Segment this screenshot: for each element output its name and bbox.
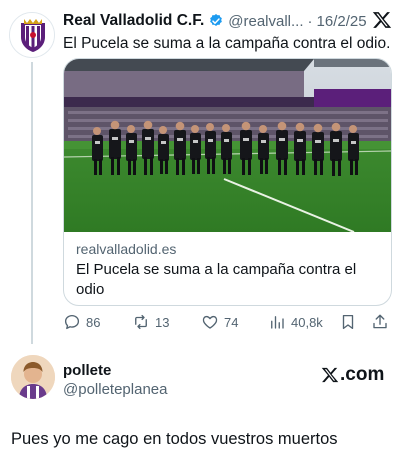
views-count: 40,8k bbox=[291, 314, 323, 330]
share-icon bbox=[373, 314, 387, 329]
xcom-text: .com bbox=[340, 364, 385, 385]
reply-button[interactable]: 86 bbox=[63, 311, 100, 333]
like-count: 74 bbox=[224, 314, 239, 330]
reply-count: 86 bbox=[86, 314, 101, 330]
quote-user[interactable]: pollete @polleteplanea .com bbox=[0, 350, 400, 410]
tweet-actions: 86 13 74 40,8k bbox=[63, 311, 393, 335]
link-card[interactable]: realvalladolid.es El Pucela se suma a la… bbox=[63, 58, 392, 306]
share-button[interactable] bbox=[371, 311, 394, 333]
card-title[interactable]: El Pucela se suma a la campaña contra el… bbox=[76, 260, 376, 300]
reply-text: Pues yo me cago en todos vuestros muerto… bbox=[11, 430, 338, 448]
author-name[interactable]: Real Valladolid C.F. bbox=[63, 12, 204, 30]
repost-count: 13 bbox=[155, 314, 170, 330]
tweet-date[interactable]: 16/2/25 bbox=[317, 13, 367, 30]
like-icon bbox=[202, 315, 218, 329]
repost-button[interactable]: 13 bbox=[132, 311, 169, 333]
tweet-header: Real Valladolid C.F. @realvall... · 16/2… bbox=[63, 10, 393, 32]
views-icon bbox=[271, 316, 284, 329]
repost-icon bbox=[135, 314, 147, 330]
reply-icon bbox=[64, 314, 80, 330]
verified-badge-icon bbox=[210, 14, 223, 26]
x-logo-icon[interactable] bbox=[372, 10, 392, 30]
x-logo-icon bbox=[321, 367, 339, 383]
date-separator: · bbox=[307, 12, 313, 30]
views-button[interactable]: 40,8k bbox=[268, 311, 323, 333]
thread-line bbox=[31, 62, 33, 344]
author-handle[interactable]: @realvall... bbox=[228, 13, 303, 30]
club-crest-icon bbox=[10, 13, 54, 57]
tweet[interactable]: Real Valladolid C.F. @realvall... · 16/2… bbox=[0, 0, 400, 344]
like-button[interactable]: 74 bbox=[201, 311, 238, 333]
user-avatar-image bbox=[11, 355, 55, 399]
team-photo-image bbox=[64, 59, 391, 232]
bookmark-icon bbox=[342, 314, 354, 330]
club-avatar[interactable] bbox=[9, 12, 55, 58]
user-handle[interactable]: @polleteplanea bbox=[63, 381, 167, 398]
xcom-watermark: .com bbox=[321, 363, 384, 387]
tweet-text: El Pucela se suma a la campaña contra el… bbox=[63, 35, 391, 52]
card-domain[interactable]: realvalladolid.es bbox=[76, 241, 176, 257]
user-avatar[interactable] bbox=[11, 355, 55, 399]
bookmark-button[interactable] bbox=[339, 311, 362, 333]
user-name[interactable]: pollete bbox=[63, 362, 111, 379]
